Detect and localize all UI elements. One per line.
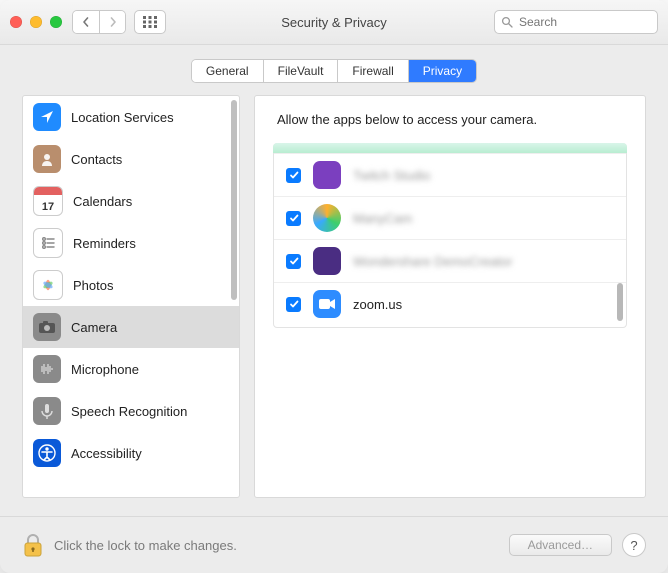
app-icon [313,204,341,232]
segmented-tabs: General FileVault Firewall Privacy [191,59,477,83]
lock-text: Click the lock to make changes. [54,538,237,553]
app-checkbox[interactable] [286,211,301,226]
location-icon [33,103,61,131]
search-input[interactable] [517,14,651,30]
app-checkbox[interactable] [286,297,301,312]
privacy-sidebar: Location Services Contacts Calendars [22,95,240,498]
chevron-left-icon [81,17,91,27]
microphone-icon [33,355,61,383]
zoom-icon [313,290,341,318]
accessibility-icon [33,439,61,467]
check-icon [289,170,299,180]
app-row-label: ManyCam [353,211,412,226]
chevron-right-icon [108,17,118,27]
show-all-button[interactable] [134,10,166,34]
sidebar-item-accessibility[interactable]: Accessibility [23,432,239,474]
sidebar-item-label: Photos [73,278,113,293]
reminders-icon [33,228,63,258]
advanced-button[interactable]: Advanced… [509,534,612,556]
search-icon [501,16,513,28]
grid-icon [143,16,157,28]
traffic-lights [10,16,62,28]
sidebar-item-label: Calendars [73,194,132,209]
speech-recognition-icon [33,397,61,425]
app-checkbox[interactable] [286,254,301,269]
app-row-zoom: zoom.us [274,282,626,325]
sidebar-item-photos[interactable]: Photos [23,264,239,306]
tab-firewall[interactable]: Firewall [337,60,407,82]
check-icon [289,299,299,309]
sidebar-item-microphone[interactable]: Microphone [23,348,239,390]
app-row: Wondershare DemoCreator [274,239,626,282]
sidebar-item-label: Microphone [71,362,139,377]
titlebar: Security & Privacy [0,0,668,45]
camera-icon [33,313,61,341]
calendar-icon [33,186,63,216]
preferences-window: Security & Privacy General FileVault Fir… [0,0,668,573]
sidebar-item-label: Speech Recognition [71,404,187,419]
sidebar-scrollbar[interactable] [231,100,237,300]
tab-bar: General FileVault Firewall Privacy [0,45,668,95]
app-row-label: zoom.us [353,297,402,312]
nav-back-forward [72,10,126,34]
sidebar-item-label: Location Services [71,110,174,125]
close-button[interactable] [10,16,22,28]
sidebar-item-label: Camera [71,320,117,335]
sidebar-item-reminders[interactable]: Reminders [23,222,239,264]
app-checkbox[interactable] [286,168,301,183]
sidebar-item-speech-recognition[interactable]: Speech Recognition [23,390,239,432]
sidebar-item-contacts[interactable]: Contacts [23,138,239,180]
sidebar-item-location-services[interactable]: Location Services [23,96,239,138]
contacts-icon [33,145,61,173]
footer: Click the lock to make changes. Advanced… [0,516,668,573]
app-list-scrollbar[interactable] [617,283,623,321]
content-area: Location Services Contacts Calendars [0,95,668,516]
tab-filevault[interactable]: FileVault [263,60,338,82]
tab-general[interactable]: General [192,60,263,82]
search-field[interactable] [494,10,658,34]
check-icon [289,256,299,266]
zoom-button[interactable] [50,16,62,28]
main-heading: Allow the apps below to access your came… [273,112,627,127]
check-icon [289,213,299,223]
sidebar-item-label: Reminders [73,236,136,251]
privacy-sidebar-list[interactable]: Location Services Contacts Calendars [23,96,239,497]
help-button[interactable]: ? [622,533,646,557]
app-icon [313,161,341,189]
forward-button[interactable] [99,11,125,33]
app-row: Twitch Studio [274,153,626,196]
app-icon [313,247,341,275]
minimize-button[interactable] [30,16,42,28]
photos-icon [33,270,63,300]
app-row: ManyCam [274,196,626,239]
app-row-label: Wondershare DemoCreator [353,254,512,269]
sidebar-item-camera[interactable]: Camera [23,306,239,348]
back-button[interactable] [73,11,99,33]
sidebar-item-calendars[interactable]: Calendars [23,180,239,222]
app-row-label: Twitch Studio [353,168,430,183]
camera-app-list: Twitch Studio ManyCam Wondershare DemoCr… [273,143,627,328]
list-top-peek [273,143,627,153]
sidebar-item-label: Contacts [71,152,122,167]
tab-privacy[interactable]: Privacy [408,60,476,82]
lock-icon[interactable] [22,532,44,558]
main-panel: Allow the apps below to access your came… [254,95,646,498]
video-camera-icon [318,298,336,310]
sidebar-item-label: Accessibility [71,446,142,461]
